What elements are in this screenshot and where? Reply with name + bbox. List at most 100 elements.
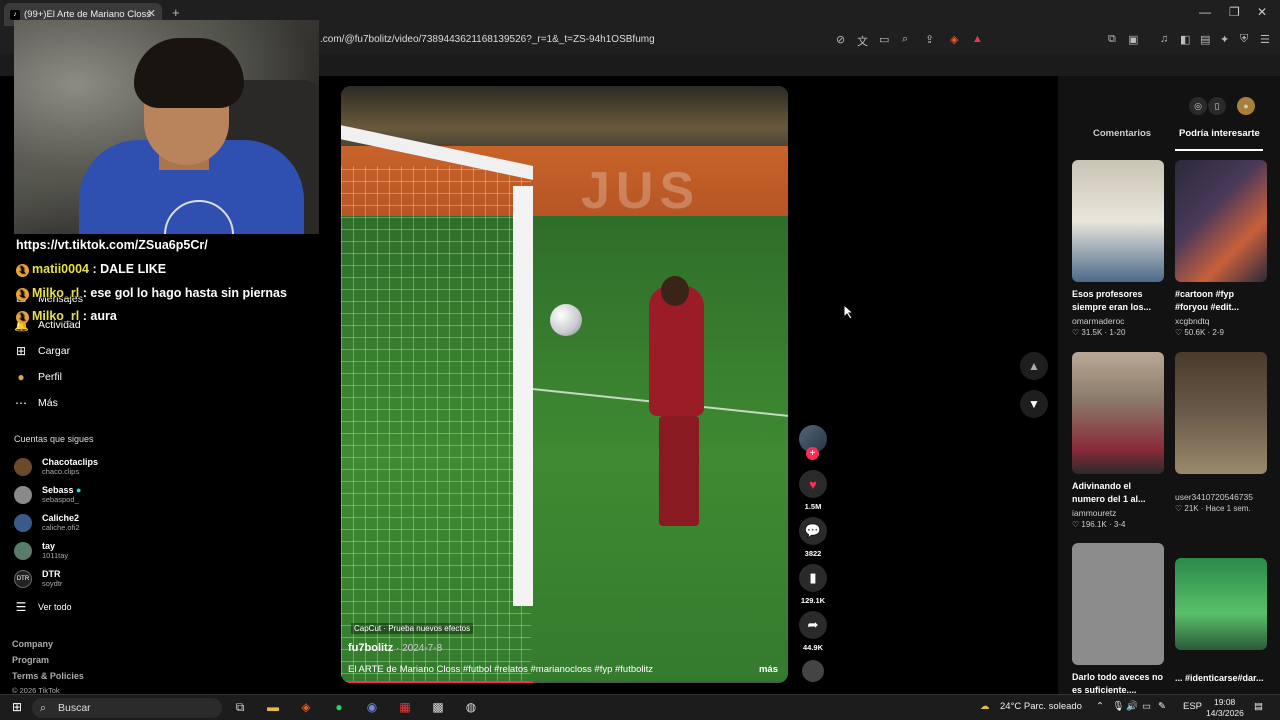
zoom-icon[interactable]: ⌕ [902, 33, 908, 46]
nav-label: Cargar [38, 345, 71, 357]
extensions-icon[interactable]: ⧉ [1108, 33, 1116, 46]
compass-icon[interactable]: ◎ [1189, 97, 1207, 115]
taskbar-search[interactable]: ⌕ Buscar [32, 698, 222, 718]
chat-message: 1 Milko_rl : ese gol lo hago hasta sin pi… [16, 286, 287, 301]
video-progress[interactable] [341, 681, 788, 683]
user-avatar-icon[interactable]: ● [1237, 97, 1255, 115]
brave-browser-icon[interactable]: ◈ [297, 700, 315, 716]
follow-plus-icon[interactable]: + [806, 447, 819, 460]
followed-account[interactable]: Caliche2 caliche.ofi2 [14, 513, 80, 532]
voice-modifier-icon[interactable]: ▦ [396, 700, 414, 716]
player-legs [659, 416, 699, 526]
vpn-icon[interactable]: ⛨ [1240, 33, 1248, 46]
video-player[interactable]: JUS CapCut · Prueba nuevos efectos fu7bo… [341, 86, 788, 683]
tray-chevron-icon[interactable]: ⌃ [1096, 701, 1104, 712]
nav-profile[interactable]: ● Perfil [14, 370, 62, 384]
suggested-video-card[interactable]: Darlo todo aveces no es suficiente.... [1072, 543, 1164, 697]
card-author: omarmaderoc [1072, 316, 1125, 326]
nav-more[interactable]: ⋯ Más [14, 396, 58, 410]
share-icon[interactable]: ⇪ [925, 33, 934, 46]
comment-icon: 💬 [799, 517, 827, 545]
new-tab-button[interactable]: + [172, 5, 180, 20]
account-name: Chacotaclips [42, 457, 99, 467]
see-all-label: Ver todo [38, 602, 72, 612]
clock-date[interactable]: 14/3/2026 [1206, 708, 1244, 718]
task-view-icon[interactable]: ⧉ [231, 700, 249, 716]
suggested-video-card[interactable]: #cartoon #fyp #foryou #edit... xcgbndtq … [1175, 160, 1267, 337]
save-button[interactable]: ▮ 129.1K [798, 564, 828, 605]
nav-upload[interactable]: ⊞ Cargar [14, 344, 70, 358]
minimize-button[interactable]: — [1199, 5, 1211, 19]
volume-icon[interactable]: 🔊 [1126, 701, 1138, 712]
followed-account[interactable]: tay 1011tay [14, 541, 68, 560]
video-author[interactable]: fu7bolitz · 2024-7-8 [348, 642, 442, 654]
share-button[interactable]: ➦ 44.9K [798, 611, 828, 652]
video-thumbnail [1072, 543, 1164, 665]
suggested-video-card[interactable]: Adivinando el numero del 1 al... iammour… [1072, 352, 1164, 529]
microphone-icon[interactable]: 🎙 [1112, 701, 1124, 712]
windows-start-icon[interactable]: ⊞ [8, 700, 26, 716]
account-name: tay [42, 541, 56, 551]
pen-icon[interactable]: ✎ [1158, 701, 1166, 712]
clock-time[interactable]: 19:08 [1214, 697, 1235, 707]
goal-net [341, 166, 531, 683]
followed-account[interactable]: DTR DTR soydtr [14, 569, 62, 588]
translate-icon[interactable]: 文 [857, 33, 868, 49]
brave-shield-icon[interactable]: ◈ [950, 33, 958, 46]
see-all-button[interactable]: ☰ Ver todo [14, 600, 72, 614]
split-view-icon[interactable]: ◧ [1180, 33, 1190, 46]
obs-icon[interactable]: ◍ [462, 700, 480, 716]
network-icon[interactable]: ▭ [1142, 701, 1151, 712]
sidebar-icon[interactable]: ▣ [1128, 33, 1138, 46]
video-description: El ARTE de Mariano Closs #futbol #relato… [348, 664, 654, 675]
notification-icon[interactable]: ▤ [1254, 701, 1263, 712]
language-indicator[interactable]: ESP [1183, 701, 1202, 712]
phone-icon[interactable]: ▯ [1208, 97, 1226, 115]
weather-text[interactable]: 24°C Parc. soleado [1000, 701, 1082, 712]
active-tab-indicator [1175, 149, 1263, 151]
url-field[interactable]: .com/@fu7bolitz/video/738944362116813952… [320, 34, 655, 45]
more-button[interactable]: más [759, 664, 778, 675]
file-explorer-icon[interactable]: ▬ [264, 700, 282, 716]
footer-company[interactable]: Company [12, 639, 53, 649]
next-video-button[interactable]: ▼ [1020, 390, 1048, 418]
suggested-video-card[interactable]: user3410720546735 ♡ 21K · Hace 1 sem. [1175, 352, 1267, 513]
sound-disc[interactable] [798, 660, 828, 682]
share-arrow-icon: ➦ [799, 611, 827, 639]
player-head [661, 276, 689, 306]
brave-rewards-icon[interactable]: ▲ [972, 33, 983, 45]
spotify-icon[interactable]: ● [330, 700, 348, 716]
card-meta: ♡ 31.5K · 1-20 [1072, 328, 1126, 337]
cast-icon[interactable]: ▭ [879, 33, 889, 46]
reader-icon[interactable]: ⊘ [836, 33, 845, 46]
footer-program[interactable]: Program [12, 655, 49, 665]
video-date: · 2024-7-8 [393, 643, 443, 654]
menu-icon[interactable]: ☰ [1260, 33, 1270, 46]
followed-account[interactable]: Sebass ● sebaspod_ [14, 485, 81, 504]
maximize-button[interactable]: ❐ [1229, 5, 1240, 19]
tab-close-icon[interactable]: ✕ [147, 7, 156, 20]
app-icon[interactable]: ▩ [429, 700, 447, 716]
search-icon: ⌕ [40, 702, 46, 714]
like-button[interactable]: ♥ 1.5M [798, 470, 828, 511]
capcut-label[interactable]: CapCut · Prueba nuevos efectos [351, 623, 474, 634]
suggested-video-card[interactable]: Esos profesores siempre eran los... omar… [1072, 160, 1164, 337]
music-icon[interactable]: ♫ [1160, 33, 1168, 45]
badge-icon: 1 [16, 288, 29, 301]
comment-button[interactable]: 💬 3822 [798, 517, 828, 558]
leo-ai-icon[interactable]: ✦ [1220, 33, 1229, 46]
followed-account[interactable]: Chacotaclips chaco.clips [14, 457, 98, 476]
tab-comments[interactable]: Comentarios [1093, 128, 1151, 139]
wallet-icon[interactable]: ▤ [1200, 33, 1210, 46]
cam-hair [134, 38, 244, 108]
footer-terms[interactable]: Terms & Policies [12, 671, 84, 681]
tab-suggested[interactable]: Podría interesarte [1179, 128, 1260, 139]
chat-user: Milko_rl [32, 309, 80, 323]
list-icon: ☰ [15, 600, 27, 614]
verified-icon: ● [76, 485, 82, 495]
suggested-video-card[interactable]: ... #identicarse#dar... [1175, 558, 1267, 685]
video-thumbnail [1175, 558, 1267, 650]
previous-video-button[interactable]: ▲ [1020, 352, 1048, 380]
close-window-button[interactable]: ✕ [1257, 5, 1267, 19]
discord-icon[interactable]: ◉ [363, 700, 381, 716]
